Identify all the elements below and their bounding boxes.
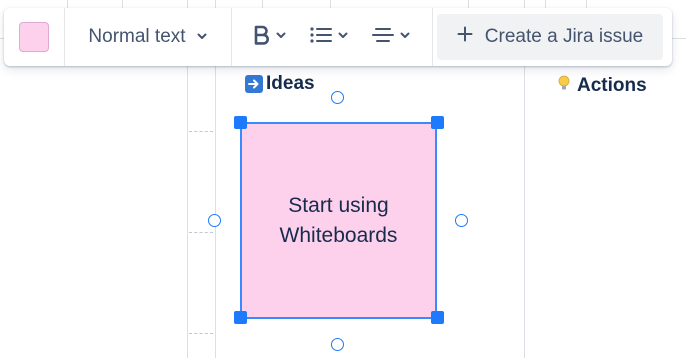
resize-handle-bottom-right[interactable] bbox=[431, 311, 444, 324]
color-swatch bbox=[19, 22, 49, 52]
section-title: Ideas bbox=[266, 73, 315, 94]
create-jira-issue-button[interactable]: Create a Jira issue bbox=[437, 14, 663, 60]
formatting-group bbox=[232, 8, 432, 66]
sticky-toolbar: Normal text Create a Jira issue bbox=[4, 8, 672, 66]
arrow-right-icon bbox=[245, 75, 263, 93]
chevron-down-icon bbox=[399, 28, 411, 46]
section-title: Actions bbox=[577, 75, 647, 96]
text-style-label: Normal text bbox=[88, 26, 186, 47]
list-button[interactable] bbox=[298, 17, 360, 57]
connector-point-right[interactable] bbox=[455, 214, 468, 227]
bulleted-list-icon bbox=[309, 25, 333, 50]
connector-point-top[interactable] bbox=[331, 91, 344, 104]
chevron-down-icon bbox=[337, 28, 349, 46]
lightbulb-icon bbox=[554, 73, 574, 99]
toolbar-divider bbox=[432, 8, 433, 66]
sticky-note[interactable]: Start using Whiteboards bbox=[240, 122, 437, 319]
chevron-down-icon bbox=[275, 28, 287, 46]
connector-point-left[interactable] bbox=[208, 214, 221, 227]
text-style-dropdown[interactable]: Normal text bbox=[65, 8, 231, 66]
plus-icon bbox=[457, 26, 473, 48]
bold-icon bbox=[253, 24, 271, 51]
row-guide bbox=[189, 232, 213, 233]
align-center-icon bbox=[371, 25, 395, 50]
alignment-button[interactable] bbox=[360, 17, 422, 57]
resize-handle-bottom-left[interactable] bbox=[234, 311, 247, 324]
row-guide bbox=[189, 333, 213, 334]
chevron-down-icon bbox=[196, 26, 208, 48]
section-heading-ideas[interactable]: Ideas bbox=[245, 73, 315, 95]
connector-point-bottom[interactable] bbox=[331, 338, 344, 351]
create-jira-issue-label: Create a Jira issue bbox=[484, 26, 644, 47]
sticky-note-text[interactable]: Start using Whiteboards bbox=[264, 191, 414, 251]
resize-handle-top-right[interactable] bbox=[431, 116, 444, 129]
section-heading-actions[interactable]: Actions bbox=[554, 73, 647, 99]
color-picker-button[interactable] bbox=[4, 8, 64, 66]
bold-button[interactable] bbox=[242, 17, 298, 57]
row-guide bbox=[189, 131, 213, 132]
resize-handle-top-left[interactable] bbox=[234, 116, 247, 129]
